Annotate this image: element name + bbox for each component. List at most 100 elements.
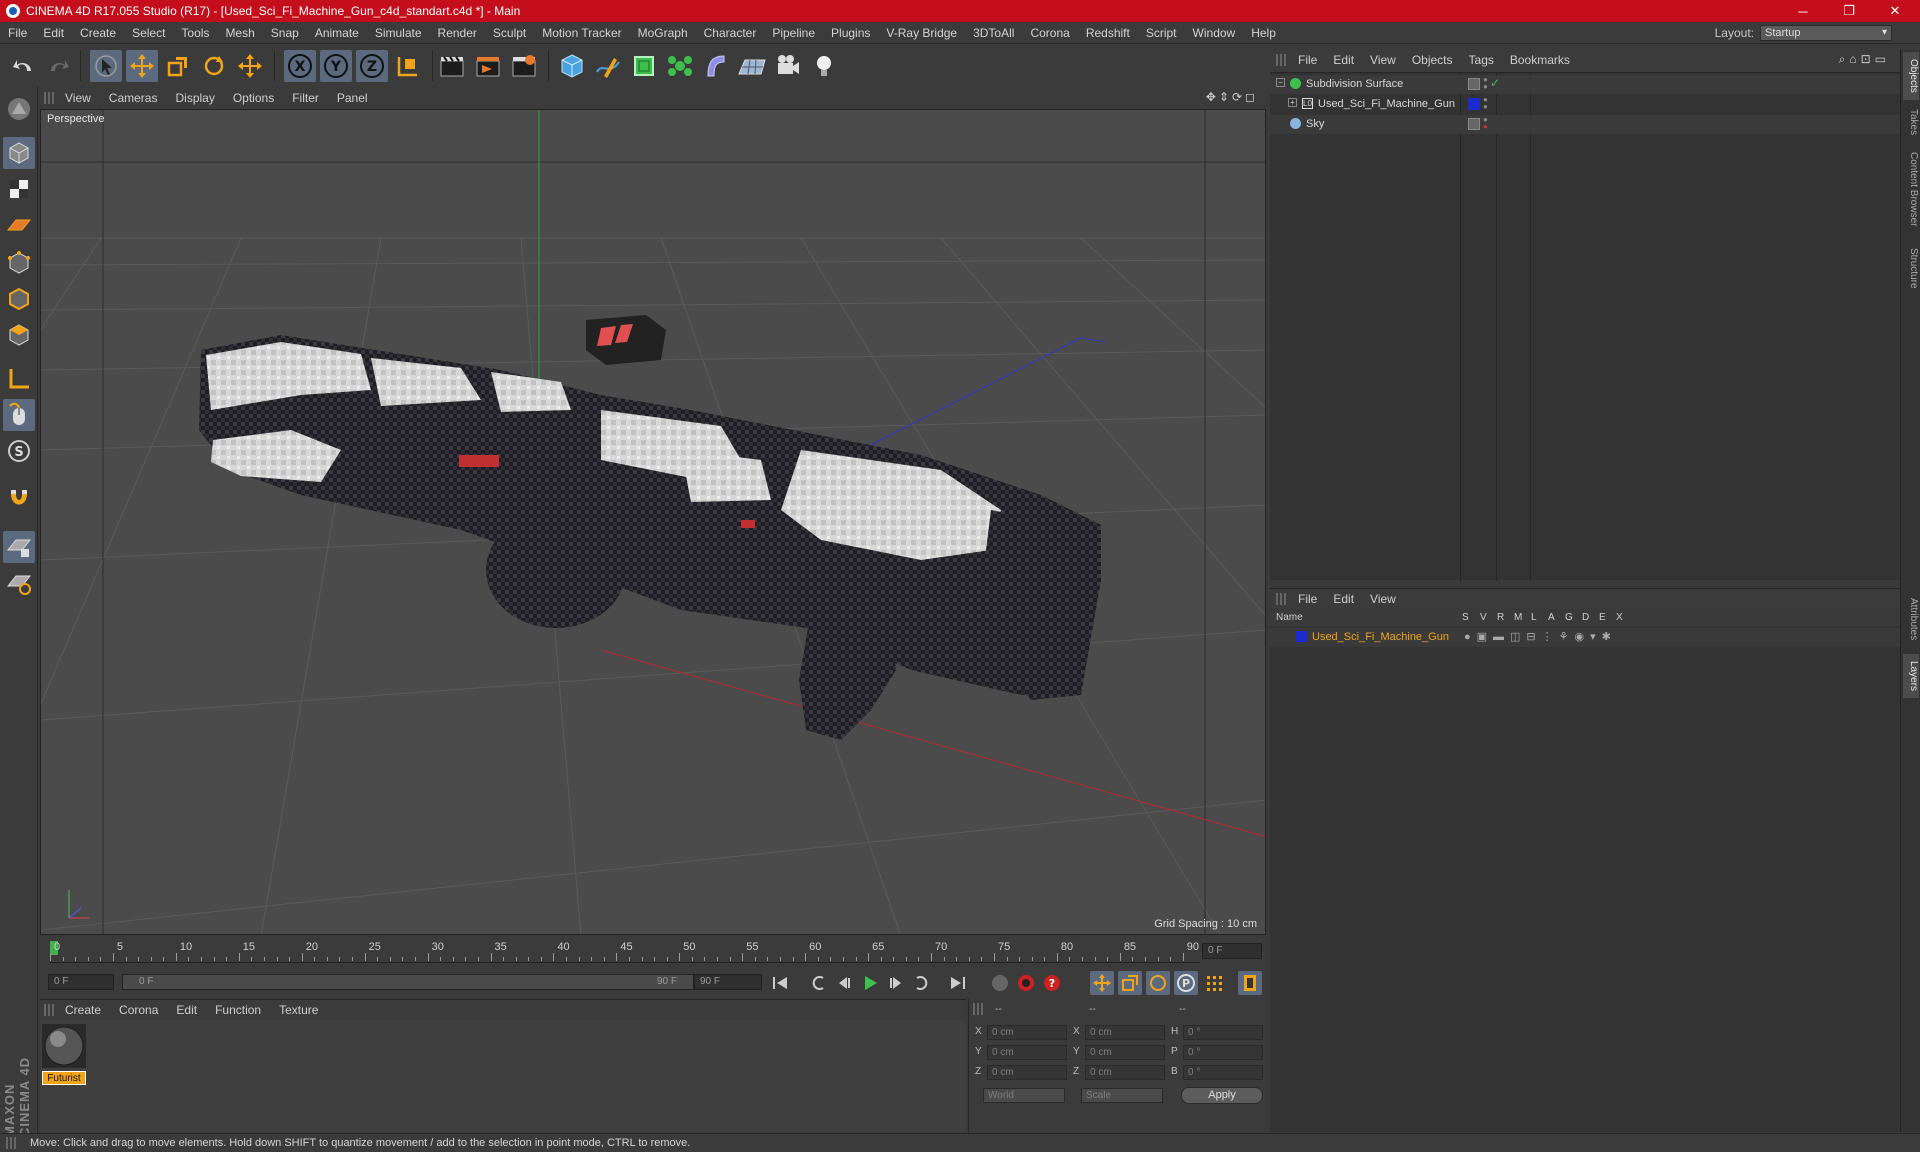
deformer-button[interactable] [700,50,732,82]
tab-structure[interactable]: Structure [1903,240,1919,296]
om-search-home-icons[interactable]: ⌕⌂⊡▭ [1839,52,1890,67]
menu-script[interactable]: Script [1138,26,1185,40]
enabled-check-icon[interactable]: ✓ [1490,76,1500,90]
timeline-ruler[interactable]: 0 5 10 15 20 25 30 35 40 45 50 55 60 65 70 75 80 85 90 0 F [40,937,1266,965]
restore-button[interactable]: ❐ [1826,0,1872,22]
viewport-menu-options[interactable]: Options [224,91,283,105]
tab-attributes[interactable]: Attributes [1903,588,1919,650]
points-mode-button[interactable] [3,247,35,279]
material-menu-corona[interactable]: Corona [110,1003,167,1017]
coordinate-mode-select[interactable]: World [983,1088,1065,1103]
edges-mode-button[interactable] [3,283,35,315]
play-button[interactable] [858,971,882,995]
size-y-field[interactable]: 0 cm [1085,1045,1165,1060]
viewport-nav-icons[interactable]: ✥⇕⟳◻ [1206,90,1258,104]
subdivision-button[interactable] [628,50,660,82]
start-frame-field[interactable]: 0 F [48,974,114,990]
tab-takes[interactable]: Takes [1903,104,1919,140]
viewport-menu-display[interactable]: Display [166,91,223,105]
key-rotation-button[interactable] [1146,971,1170,995]
workplane-mode-button[interactable] [3,209,35,241]
axis-mode-button[interactable] [3,363,35,395]
material-menu-texture[interactable]: Texture [270,1003,327,1017]
move-tool-button[interactable] [126,50,158,82]
y-axis-button[interactable]: Y [320,50,352,82]
make-editable-button[interactable] [3,93,35,125]
scale-tool-button[interactable] [162,50,194,82]
menu-select[interactable]: Select [124,26,173,40]
camera-button[interactable] [772,50,804,82]
cloner-button[interactable] [664,50,696,82]
expand-toggle-icon[interactable]: + [1288,98,1297,107]
om-menu-tags[interactable]: Tags [1461,53,1502,67]
layer-color-swatch[interactable] [1468,98,1480,110]
rotation-h-field[interactable]: 0 ° [1183,1025,1263,1040]
minimize-button[interactable]: ─ [1780,0,1826,22]
material-menu-create[interactable]: Create [56,1003,110,1017]
texture-mode-button[interactable] [3,173,35,205]
layer-menu-file[interactable]: File [1290,592,1325,606]
tab-layers[interactable]: Layers [1903,654,1919,698]
layout-select[interactable]: Startup [1760,25,1892,41]
material-menu-function[interactable]: Function [206,1003,270,1017]
om-menu-edit[interactable]: Edit [1325,53,1362,67]
key-scale-button[interactable] [1118,971,1142,995]
menu-snap[interactable]: Snap [263,26,307,40]
rotation-p-field[interactable]: 0 ° [1183,1045,1263,1060]
material-menu-edit[interactable]: Edit [167,1003,206,1017]
menu-redshift[interactable]: Redshift [1078,26,1138,40]
menu-vray-bridge[interactable]: V-Ray Bridge [878,26,965,40]
layer-menu-view[interactable]: View [1362,592,1404,606]
next-key-button[interactable] [910,971,934,995]
size-x-field[interactable]: 0 cm [1085,1025,1165,1040]
layer-color-swatch[interactable] [1296,631,1307,642]
render-picture-viewer-button[interactable] [472,50,504,82]
menu-animate[interactable]: Animate [307,26,367,40]
position-y-field[interactable]: 0 cm [987,1045,1067,1060]
om-menu-view[interactable]: View [1362,53,1404,67]
redo-button[interactable] [42,50,74,82]
frame-range-slider[interactable]: 0 F 90 F [122,974,694,990]
previous-frame-button[interactable] [832,971,856,995]
menu-render[interactable]: Render [430,26,485,40]
live-selection-button[interactable] [90,50,122,82]
frame-ruler[interactable]: 0 5 10 15 20 25 30 35 40 45 50 55 60 65 70 75 80 85 90 [50,941,1200,963]
key-pla-button[interactable] [1202,971,1226,995]
menu-tools[interactable]: Tools [173,26,217,40]
column-expressions[interactable]: E [1599,612,1606,623]
viewport-menu-view[interactable]: View [56,91,100,105]
viewport-menu-filter[interactable]: Filter [283,91,328,105]
tab-objects[interactable]: Objects [1903,52,1919,100]
go-to-end-button[interactable] [946,971,970,995]
model-mode-button[interactable] [3,137,35,169]
material-swatch-futurist[interactable]: Futurist [42,1024,86,1085]
object-row-sky[interactable]: Sky ● ● [1270,115,1900,134]
column-solo[interactable]: S [1462,612,1469,623]
column-deformers[interactable]: D [1582,612,1589,623]
layer-tag-icon[interactable] [1468,118,1480,130]
menu-mesh[interactable]: Mesh [217,26,262,40]
recent-tool-button[interactable] [234,50,266,82]
z-axis-button[interactable]: Z [356,50,388,82]
menu-edit[interactable]: Edit [35,26,72,40]
autokey-button[interactable] [1014,971,1038,995]
end-frame-field[interactable]: 90 F [694,974,762,990]
collapse-toggle-icon[interactable]: − [1276,78,1285,87]
close-button[interactable]: ✕ [1872,0,1918,22]
key-position-button[interactable] [1090,971,1114,995]
previous-key-button[interactable] [806,971,830,995]
rotate-tool-button[interactable] [198,50,230,82]
light-button[interactable] [808,50,840,82]
rotation-b-field[interactable]: 0 ° [1183,1065,1263,1080]
floor-button[interactable] [736,50,768,82]
viewport-menu-cameras[interactable]: Cameras [100,91,167,105]
column-xref[interactable]: X [1616,612,1623,623]
key-parameter-button[interactable]: P [1174,971,1198,995]
render-view-button[interactable] [436,50,468,82]
position-z-field[interactable]: 0 cm [987,1065,1067,1080]
object-row-machine-gun[interactable]: + L0 Used_Sci_Fi_Machine_Gun ● ● [1270,95,1900,114]
menu-character[interactable]: Character [696,26,765,40]
menu-help[interactable]: Help [1243,26,1284,40]
spline-pen-button[interactable] [592,50,624,82]
column-locked[interactable]: L [1531,612,1537,623]
